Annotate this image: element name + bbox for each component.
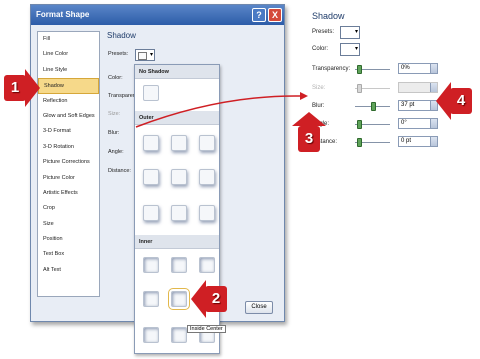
callout-4: 4 xyxy=(450,88,472,114)
callout-3: 3 xyxy=(298,126,320,152)
callout-2-arrow xyxy=(191,280,206,318)
callout-2: 2 xyxy=(205,286,227,312)
connector-arrowhead xyxy=(300,92,308,100)
callout-1: 1 xyxy=(4,75,26,101)
callout-1-arrow xyxy=(25,69,40,107)
connector-arrow xyxy=(135,92,308,128)
callout-3-arrow xyxy=(292,112,326,126)
connector-line xyxy=(135,95,301,128)
callout-4-arrow xyxy=(436,82,451,120)
